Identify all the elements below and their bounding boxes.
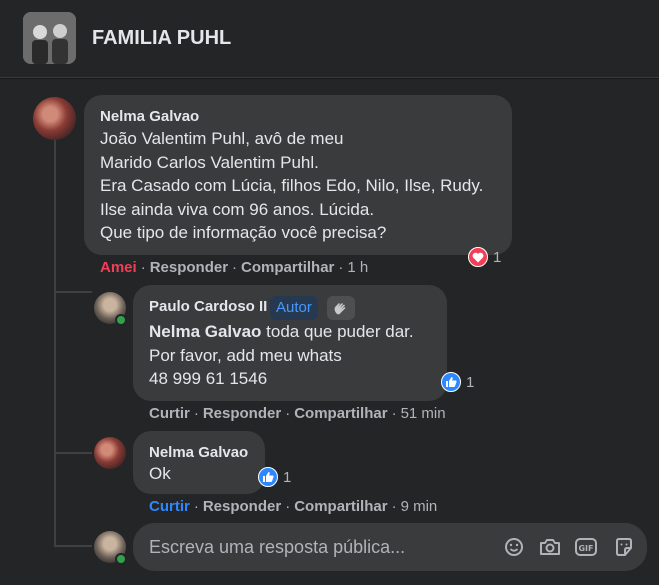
- reply-line: Por favor, add meu whats: [149, 345, 342, 365]
- comment-line: Ilse ainda viva com 96 anos. Lúcida.: [100, 199, 375, 219]
- share-button[interactable]: Compartilhar: [294, 405, 387, 422]
- reaction-count: 1: [283, 468, 292, 486]
- reaction-summary[interactable]: 1: [258, 466, 291, 488]
- share-button[interactable]: Compartilhar: [241, 259, 334, 276]
- comment-actions: Amei · Responder · Compartilhar · 1 h: [100, 259, 369, 276]
- reply-button[interactable]: Responder: [150, 259, 228, 276]
- reply-line-rest: toda que puder dar.: [261, 322, 414, 341]
- reply-actions: Curtir · Responder · Compartilhar · 51 min: [149, 405, 446, 422]
- reply-composer[interactable]: GIF: [133, 523, 647, 571]
- timestamp[interactable]: 1 h: [347, 259, 368, 276]
- like-button[interactable]: Curtir: [149, 405, 190, 422]
- emoji-icon[interactable]: [502, 535, 526, 559]
- comment-line: Era Casado com Lúcia, filhos Edo, Nilo, …: [100, 176, 484, 195]
- heart-icon: [468, 247, 488, 267]
- reaction-summary[interactable]: 1: [441, 371, 474, 393]
- gif-icon[interactable]: GIF: [574, 535, 598, 559]
- reply-text: Ok: [149, 464, 171, 483]
- mention-link[interactable]: Nelma Galvao: [149, 322, 261, 341]
- comment-line: Marido Carlos Valentim Puhl.: [100, 152, 319, 172]
- thread-line: [54, 140, 56, 547]
- thread-line-branch: [54, 291, 92, 293]
- thumbs-up-icon: [258, 467, 278, 487]
- reply-actions: Curtir · Responder · Compartilhar · 9 min: [149, 498, 438, 515]
- camera-icon[interactable]: [538, 535, 562, 559]
- reply-button[interactable]: Responder: [203, 498, 281, 515]
- reply-input[interactable]: [149, 533, 489, 561]
- avatar[interactable]: [94, 437, 126, 469]
- thread-line-branch: [54, 545, 92, 547]
- online-indicator: [115, 553, 127, 565]
- comment-line: Que tipo de informação você precisa?: [100, 223, 387, 242]
- svg-text:GIF: GIF: [578, 544, 593, 553]
- reply-button[interactable]: Responder: [203, 405, 281, 422]
- avatar[interactable]: [33, 97, 76, 140]
- love-button[interactable]: Amei: [100, 259, 137, 276]
- thread-line-branch: [54, 452, 92, 454]
- reply-author[interactable]: Nelma Galvao: [149, 444, 248, 461]
- waving-hand-icon: [327, 296, 355, 320]
- timestamp[interactable]: 9 min: [401, 498, 438, 515]
- online-indicator: [115, 314, 127, 326]
- group-avatar[interactable]: [23, 12, 76, 64]
- author-badge: Autor: [270, 296, 318, 320]
- reaction-count: 1: [493, 248, 502, 266]
- thumbs-up-icon: [441, 372, 461, 392]
- comment-line: João Valentim Puhl, avô de meu: [100, 129, 344, 148]
- reply-text: Nelma Galvao toda que puder dar. Por fav…: [149, 320, 414, 391]
- reply-author[interactable]: Paulo Cardoso II: [149, 298, 267, 315]
- like-button[interactable]: Curtir: [149, 498, 190, 515]
- comment-text: João Valentim Puhl, avô de meu Marido Ca…: [100, 127, 483, 245]
- reply-line: 48 999 61 1546: [149, 369, 268, 388]
- reply-line: Nelma Galvao toda que puder dar.: [149, 320, 414, 344]
- comment-author[interactable]: Nelma Galvao: [100, 108, 199, 125]
- sticker-icon[interactable]: [612, 535, 636, 559]
- reaction-summary[interactable]: 1: [468, 246, 501, 268]
- share-button[interactable]: Compartilhar: [294, 498, 387, 515]
- timestamp[interactable]: 51 min: [401, 405, 446, 422]
- group-title[interactable]: FAMILIA PUHL: [92, 27, 231, 50]
- group-header: FAMILIA PUHL: [0, 0, 659, 78]
- reaction-count: 1: [466, 373, 475, 391]
